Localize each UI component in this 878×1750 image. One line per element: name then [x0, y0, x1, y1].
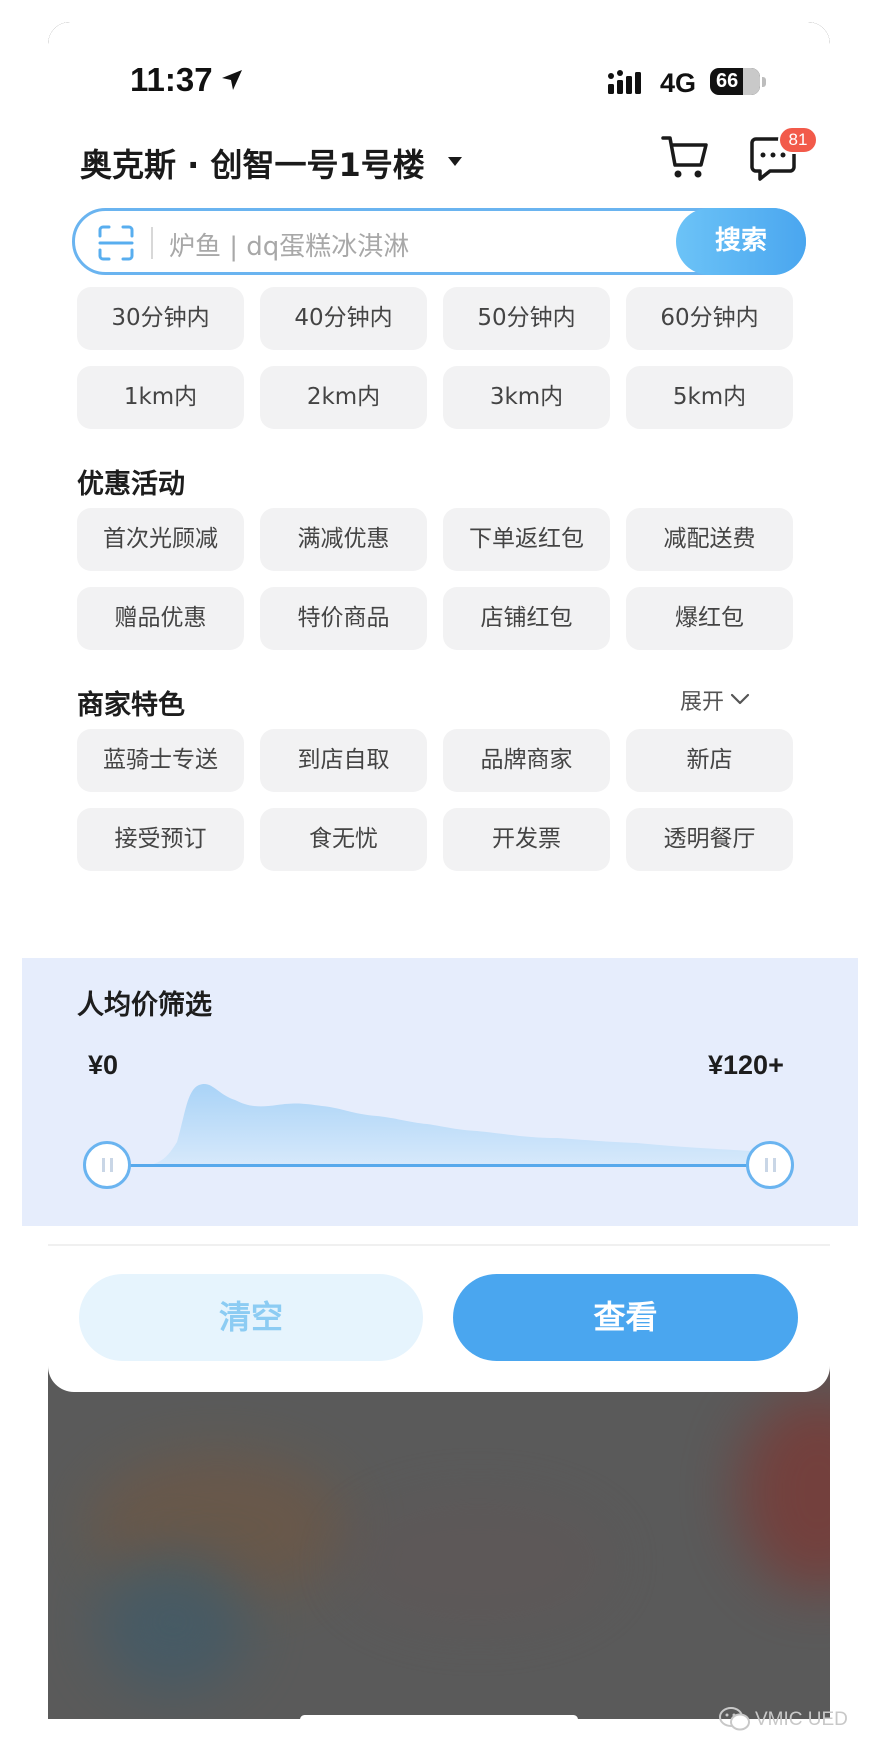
chip-promotion[interactable]: 首次光顾减: [77, 508, 244, 571]
phone-frame: 11:37 4G 66 奥克斯 · 创智一号1号楼 81 炉鱼 | dq蛋糕冰淇…: [48, 22, 830, 1719]
chip-feature[interactable]: 接受预订: [77, 808, 244, 871]
delivery-filter-grid: 30分钟内 40分钟内 50分钟内 60分钟内 1km内 2km内 3km内 5…: [77, 287, 793, 429]
chip-promotion[interactable]: 满减优惠: [260, 508, 427, 571]
chip-time-50[interactable]: 50分钟内: [443, 287, 610, 350]
battery-level: [743, 68, 760, 95]
promotions-title: 优惠活动: [77, 469, 185, 500]
status-time: 11:37: [130, 61, 213, 98]
chip-feature[interactable]: 到店自取: [260, 729, 427, 792]
cart-icon[interactable]: [660, 132, 710, 182]
wechat-icon: [719, 1707, 750, 1731]
chip-feature[interactable]: 品牌商家: [443, 729, 610, 792]
location-arrow-icon: [222, 70, 242, 90]
price-filter-title: 人均价筛选: [77, 990, 212, 1021]
battery-icon: 66: [710, 68, 760, 95]
watermark-text: VMIC UED: [755, 1709, 848, 1730]
promotions-grid: 首次光顾减 满减优惠 下单返红包 减配送费 赠品优惠 特价商品 店铺红包 爆红包: [77, 508, 793, 650]
chip-distance-1km[interactable]: 1km内: [77, 366, 244, 429]
grip-icon: [765, 1158, 768, 1172]
blurred-background: [738, 1392, 830, 1592]
clear-button[interactable]: 清空: [79, 1274, 423, 1361]
chip-feature[interactable]: 食无忧: [260, 808, 427, 871]
search-bar[interactable]: 炉鱼 | dq蛋糕冰淇淋 搜索: [72, 208, 806, 275]
battery-tip: [762, 77, 766, 87]
chip-time-40[interactable]: 40分钟内: [260, 287, 427, 350]
network-type: 4G: [660, 68, 697, 98]
search-input[interactable]: 炉鱼 | dq蛋糕冰淇淋: [169, 226, 409, 263]
chevron-down-icon[interactable]: [730, 692, 750, 706]
chip-feature[interactable]: 蓝骑士专送: [77, 729, 244, 792]
message-count-badge: 81: [778, 126, 818, 154]
battery-percent: 66: [716, 70, 739, 92]
chip-promotion[interactable]: 特价商品: [260, 587, 427, 650]
chip-feature[interactable]: 新店: [626, 729, 793, 792]
chip-distance-5km[interactable]: 5km内: [626, 366, 793, 429]
merchant-features-title: 商家特色: [77, 690, 185, 721]
chip-feature[interactable]: 透明餐厅: [626, 808, 793, 871]
expand-button[interactable]: 展开: [680, 684, 724, 716]
price-slider-max-handle[interactable]: [746, 1141, 794, 1189]
scan-icon[interactable]: [97, 224, 135, 262]
status-bar: 11:37 4G 66: [48, 22, 830, 142]
home-indicator: [300, 1715, 578, 1719]
grip-icon: [773, 1158, 776, 1172]
blurred-background: [348, 1502, 608, 1622]
chip-distance-2km[interactable]: 2km内: [260, 366, 427, 429]
caret-down-icon[interactable]: [448, 157, 462, 166]
chip-feature[interactable]: 开发票: [443, 808, 610, 871]
footer-divider: [48, 1244, 830, 1246]
blurred-background: [98, 1552, 248, 1692]
chip-promotion[interactable]: 赠品优惠: [77, 587, 244, 650]
price-slider-min-handle[interactable]: [83, 1141, 131, 1189]
search-divider: [151, 227, 153, 259]
search-button[interactable]: 搜索: [676, 208, 806, 275]
grip-icon: [102, 1158, 105, 1172]
price-slider-track[interactable]: [107, 1164, 771, 1167]
merchant-features-grid: 蓝骑士专送 到店自取 品牌商家 新店 接受预订 食无忧 开发票 透明餐厅: [77, 729, 793, 871]
chip-distance-3km[interactable]: 3km内: [443, 366, 610, 429]
chip-time-60[interactable]: 60分钟内: [626, 287, 793, 350]
location-selector[interactable]: 奥克斯 · 创智一号1号楼: [80, 140, 425, 186]
chip-promotion[interactable]: 爆红包: [626, 587, 793, 650]
chip-promotion[interactable]: 店铺红包: [443, 587, 610, 650]
chip-promotion[interactable]: 减配送费: [626, 508, 793, 571]
chip-time-30[interactable]: 30分钟内: [77, 287, 244, 350]
grip-icon: [110, 1158, 113, 1172]
chip-promotion[interactable]: 下单返红包: [443, 508, 610, 571]
price-min-label: ¥0: [88, 1050, 119, 1080]
view-button[interactable]: 查看: [453, 1274, 798, 1361]
price-max-label: ¥120+: [708, 1050, 784, 1080]
price-distribution-area: [107, 1083, 771, 1166]
signal-icon: [608, 70, 641, 94]
